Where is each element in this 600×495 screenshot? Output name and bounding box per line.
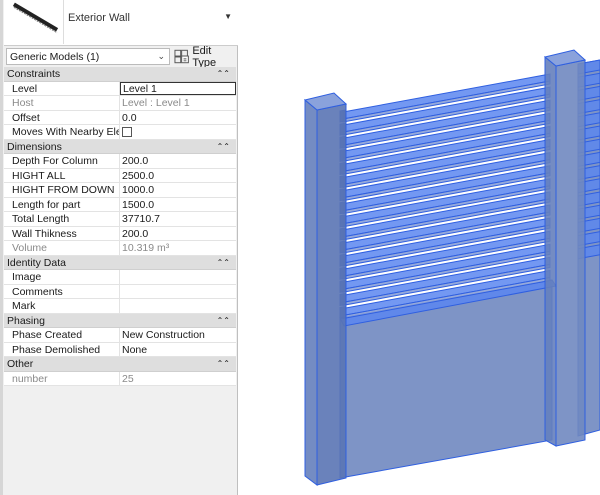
property-value[interactable] — [120, 299, 236, 313]
property-label: Image — [4, 270, 120, 284]
edit-type-label: Edit Type — [192, 44, 217, 69]
group-label: Other — [7, 358, 34, 370]
checkbox[interactable] — [122, 127, 132, 137]
group-label: Identity Data — [7, 256, 66, 269]
property-row: Wall Thikness 200.0 — [4, 226, 236, 241]
group-header-identity-data[interactable]: Identity Data ⌃⌃ — [4, 255, 236, 270]
group-header-dimensions[interactable]: Dimensions ⌃⌃ — [4, 139, 236, 154]
property-label: Mark — [4, 299, 120, 313]
collapse-icon[interactable]: ⌃⌃ — [217, 314, 230, 328]
property-value[interactable]: 1000.0 — [120, 183, 236, 197]
group-label: Dimensions — [7, 140, 62, 153]
property-row: Moves With Nearby Ele... — [4, 125, 236, 140]
property-label: Comments — [4, 284, 120, 298]
property-value[interactable]: 0.0 — [120, 111, 236, 125]
property-label: Moves With Nearby Ele... — [4, 125, 120, 139]
property-label: HIGHT ALL — [4, 168, 120, 182]
group-header-other[interactable]: Other ⌃⌃ — [4, 357, 236, 372]
group-label: Constraints — [7, 68, 61, 80]
right-column-front — [555, 59, 586, 447]
property-row: Image — [4, 270, 236, 285]
property-value[interactable]: 200.0 — [120, 154, 236, 168]
property-value[interactable]: Level 1 — [120, 81, 236, 95]
property-row: Mark — [4, 299, 236, 314]
type-name: Exterior Wall — [68, 12, 130, 24]
property-row: Level Level 1 — [4, 81, 236, 96]
property-row: Phase Created New Construction — [4, 328, 236, 343]
property-label: number — [4, 371, 120, 385]
left-column-side — [304, 98, 318, 486]
property-row: Volume 10.319 m³ — [4, 241, 236, 256]
property-label: Depth For Column — [4, 154, 120, 168]
property-value[interactable]: New Construction — [120, 328, 236, 342]
property-label: Wall Thikness — [4, 226, 120, 240]
property-label: Phase Created — [4, 328, 120, 342]
property-label: Offset — [4, 110, 120, 124]
collapse-icon[interactable]: ⌃⌃ — [217, 357, 230, 371]
property-value: Level : Level 1 — [122, 97, 190, 109]
panel-edge — [0, 0, 3, 495]
property-value[interactable] — [120, 125, 236, 139]
collapse-icon[interactable]: ⌃⌃ — [217, 67, 230, 81]
group-label: Phasing — [7, 314, 45, 327]
property-value[interactable] — [120, 270, 236, 284]
collapse-icon[interactable]: ⌃⌃ — [217, 140, 230, 154]
property-row: Depth For Column 200.0 — [4, 154, 236, 169]
dropdown-arrow-icon[interactable]: ▼ — [224, 12, 232, 21]
type-selector[interactable]: Exterior Wall ▼ — [4, 0, 238, 46]
left-column-front — [316, 103, 347, 486]
property-row: HIGHT ALL 2500.0 — [4, 168, 236, 183]
property-row: HIGHT FROM DOWN 1000.0 — [4, 183, 236, 198]
property-label: Total Length — [4, 212, 120, 226]
property-row: Comments — [4, 284, 236, 299]
property-label: Volume — [4, 241, 120, 255]
property-value: 10.319 m³ — [122, 242, 170, 254]
edit-type-button[interactable]: Edit Type — [174, 45, 236, 69]
category-selected: Generic Models (1) — [10, 51, 100, 63]
chevron-down-icon: ⌄ — [157, 51, 165, 61]
property-value: 25 — [122, 372, 134, 385]
edit-type-icon — [174, 49, 189, 64]
property-value[interactable]: 200.0 — [120, 227, 236, 241]
property-label: HIGHT FROM DOWN — [4, 183, 120, 197]
property-label: Level — [4, 81, 120, 95]
property-value[interactable]: 2500.0 — [120, 169, 236, 183]
property-row: Host Level : Level 1 — [4, 96, 236, 111]
property-label: Host — [4, 96, 120, 110]
property-value[interactable]: 1500.0 — [120, 198, 236, 212]
property-row: Length for part 1500.0 — [4, 197, 236, 212]
property-row: Offset 0.0 — [4, 110, 236, 125]
right-column-side — [544, 55, 557, 447]
property-label: Length for part — [4, 197, 120, 211]
collapse-icon[interactable]: ⌃⌃ — [217, 256, 230, 270]
type-thumbnail — [12, 0, 64, 44]
property-row: Total Length 37710.7 — [4, 212, 236, 227]
property-row: number 25 — [4, 371, 236, 386]
property-value[interactable]: 37710.7 — [120, 212, 236, 226]
property-row: Phase Demolished None — [4, 342, 236, 357]
property-value[interactable]: None — [120, 343, 236, 357]
property-label: Phase Demolished — [4, 342, 120, 356]
properties-panel: Exterior Wall ▼ Generic Models (1) ⌄ Edi… — [0, 0, 238, 495]
properties-grid: Constraints ⌃⌃ Level Level 1 Host Level : Lev… — [4, 67, 236, 386]
group-header-constraints[interactable]: Constraints ⌃⌃ — [4, 67, 236, 82]
group-header-phasing[interactable]: Phasing ⌃⌃ — [4, 313, 236, 328]
property-value[interactable] — [120, 285, 236, 299]
category-select[interactable]: Generic Models (1) ⌄ — [6, 48, 170, 65]
